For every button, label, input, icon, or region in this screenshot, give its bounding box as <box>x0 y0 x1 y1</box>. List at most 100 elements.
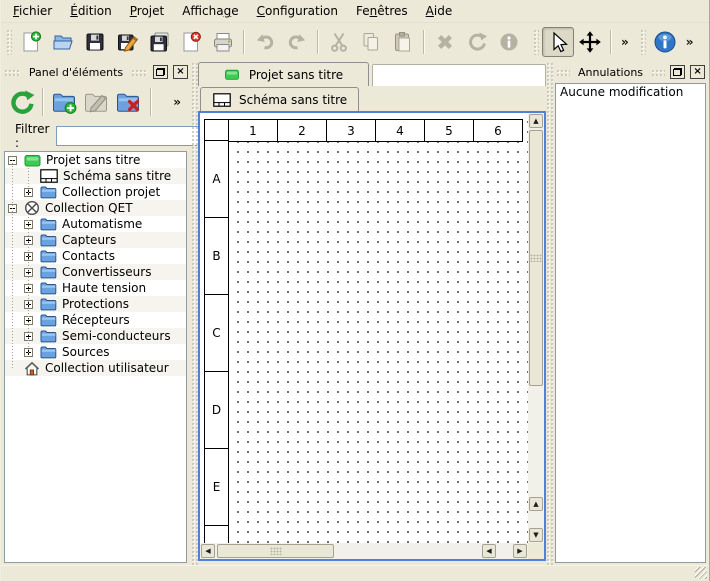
diagram-view: 123456 ABCDE ▲ ▲ ▼ ◀ ◀ ▶ <box>198 111 546 561</box>
left-splitter-handle[interactable] <box>191 62 198 565</box>
tree-item-automatisme[interactable]: Automatisme <box>5 216 186 232</box>
menu-fichier[interactable]: Fichier <box>4 1 61 21</box>
menu-projet[interactable]: Projet <box>121 1 173 21</box>
rotate-button[interactable] <box>461 27 493 57</box>
tab-schema-sans-titre[interactable]: Schéma sans titre <box>200 87 359 111</box>
tree-item-collection-projet[interactable]: Collection projet <box>5 184 186 200</box>
save-button[interactable] <box>79 27 111 57</box>
resize-grip[interactable] <box>695 567 707 579</box>
project-tabbar: Projet sans titre <box>198 62 546 86</box>
element-info-icon <box>498 31 520 53</box>
scroll-right-button[interactable]: ▶ <box>513 544 527 558</box>
horizontal-scroll-thumb[interactable] <box>217 544 334 558</box>
tree-item-sources[interactable]: Sources <box>5 344 186 360</box>
scroll-down-button[interactable]: ▼ <box>529 528 543 542</box>
tree-item-projet-sans-titre[interactable]: Projet sans titre <box>5 152 186 168</box>
tree-item-label: Schéma sans titre <box>63 168 171 184</box>
panel-toolbar-overflow-button[interactable]: » <box>168 95 186 109</box>
scroll-up-button[interactable]: ▲ <box>529 114 543 128</box>
scroll-up-button[interactable]: ▲ <box>529 497 543 511</box>
toolbar-overflow-button[interactable]: » <box>616 35 634 49</box>
tree-item-capteurs[interactable]: Capteurs <box>5 232 186 248</box>
tree-item-collection-qet[interactable]: Collection QET <box>5 200 186 216</box>
menu-aide[interactable]: Aide <box>417 1 462 21</box>
tree-item-label: Collection projet <box>62 184 160 200</box>
float-dock-button[interactable] <box>153 65 168 79</box>
horizontal-scrollbar[interactable]: ◀ ◀ ▶ <box>200 543 528 559</box>
close-document-button[interactable] <box>175 27 207 57</box>
element-info-button[interactable] <box>493 27 525 57</box>
tree-item-label: Collection utilisateur <box>45 360 169 376</box>
menu-fenetres[interactable]: Fenêtres <box>347 1 417 21</box>
tree-item-label: Protections <box>62 296 129 312</box>
tree-item-label: Convertisseurs <box>62 264 151 280</box>
paste-button[interactable] <box>387 27 419 57</box>
tree-item-contacts[interactable]: Contacts <box>5 248 186 264</box>
save-all-icon <box>148 31 170 53</box>
tree-guide-line <box>12 160 13 368</box>
qelectrotech-window: FichierÉditionProjetAffichageConfigurati… <box>0 0 710 581</box>
tree-item-label: Haute tension <box>62 280 146 296</box>
menu-configuration[interactable]: Configuration <box>248 1 347 21</box>
toolbar-separator <box>243 30 245 54</box>
reload-collections-button[interactable] <box>6 86 38 118</box>
copy-button[interactable] <box>355 27 387 57</box>
select-tool-button[interactable] <box>542 27 574 57</box>
tab-projet-sans-titre[interactable]: Projet sans titre <box>198 62 369 86</box>
about-info-button[interactable] <box>649 27 681 57</box>
move-tool-button[interactable] <box>574 27 606 57</box>
cut-button[interactable] <box>323 27 355 57</box>
folder-icon <box>40 281 57 295</box>
menu-edition[interactable]: Édition <box>61 1 121 21</box>
close-dock-button[interactable]: × <box>690 65 705 79</box>
tree-item-convertisseurs[interactable]: Convertisseurs <box>5 264 186 280</box>
row-header <box>204 525 229 543</box>
scroll-left-button[interactable]: ◀ <box>482 544 496 558</box>
float-dock-icon <box>156 68 165 76</box>
new-document-button[interactable] <box>15 27 47 57</box>
toolbar-drag-handle[interactable] <box>533 29 539 55</box>
thumb-grip <box>270 547 282 555</box>
vertical-scrollbar[interactable]: ▲ ▲ ▼ <box>528 113 544 543</box>
scroll-left-button[interactable]: ◀ <box>201 544 215 558</box>
close-dock-button[interactable]: × <box>173 65 188 79</box>
new-category-button[interactable] <box>48 86 80 118</box>
toolbar-overflow-button[interactable]: » <box>681 35 699 49</box>
delete-button[interactable] <box>429 27 461 57</box>
toolbar-drag-handle[interactable] <box>6 29 12 55</box>
tree-item-label: Récepteurs <box>62 312 130 328</box>
tree-item-recepteurs[interactable]: Récepteurs <box>5 312 186 328</box>
print-button[interactable] <box>207 27 239 57</box>
delete-icon <box>434 31 456 53</box>
redo-button[interactable] <box>281 27 313 57</box>
tree-item-label: Capteurs <box>62 232 116 248</box>
right-splitter-handle[interactable] <box>546 62 553 565</box>
undo-panel-titlebar[interactable]: Annulations × <box>553 62 708 82</box>
tree-item-collection-utilisateur[interactable]: Collection utilisateur <box>5 360 186 376</box>
undo-button[interactable] <box>249 27 281 57</box>
row-header: C <box>204 294 229 372</box>
tree-item-semi-conducteurs[interactable]: Semi-conducteurs <box>5 328 186 344</box>
edit-category-button[interactable] <box>80 86 112 118</box>
folder-icon <box>40 345 57 359</box>
undo-list-item[interactable]: Aucune modification <box>556 84 705 101</box>
row-header: E <box>204 448 229 526</box>
column-header: 3 <box>326 119 376 142</box>
vertical-scroll-thumb[interactable] <box>529 130 543 386</box>
save-as-button[interactable] <box>111 27 143 57</box>
elements-panel-titlebar[interactable]: Panel d'éléments × <box>1 62 191 82</box>
float-dock-button[interactable] <box>670 65 685 79</box>
qet-collection-icon <box>24 200 40 216</box>
delete-category-button[interactable] <box>112 86 144 118</box>
undo-history-list: Aucune modification <box>555 83 706 563</box>
tree-item-haute-tension[interactable]: Haute tension <box>5 280 186 296</box>
about-info-icon <box>653 30 677 54</box>
open-document-button[interactable] <box>47 27 79 57</box>
home-icon <box>24 361 40 376</box>
tree-item-schema-sans-titre[interactable]: Schéma sans titre <box>5 168 186 184</box>
diagram-canvas[interactable]: 123456 ABCDE <box>200 113 528 543</box>
toolbar-drag-handle[interactable] <box>640 29 646 55</box>
save-all-button[interactable] <box>143 27 175 57</box>
menu-affichage[interactable]: Affichage <box>173 1 247 21</box>
tree-item-protections[interactable]: Protections <box>5 296 186 312</box>
